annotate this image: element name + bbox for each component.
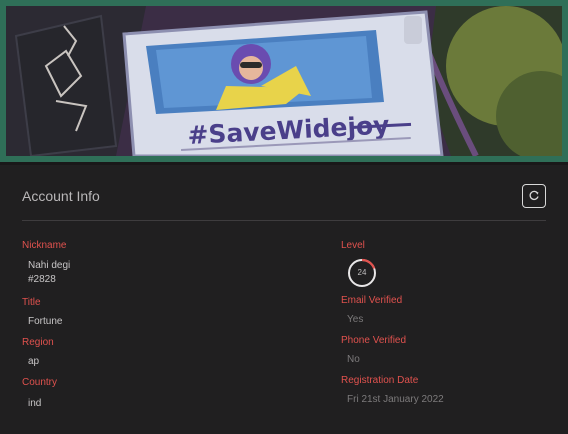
registration-date-value: Fri 21st January 2022 — [347, 394, 444, 405]
email-verified-value: Yes — [347, 314, 364, 325]
nickname-name: Nahi degi — [28, 260, 71, 271]
refresh-icon — [529, 190, 539, 201]
account-info-header: Account Info — [22, 180, 546, 220]
region-field: Region ap — [22, 337, 322, 377]
phone-verified-label: Phone Verified — [341, 335, 407, 346]
title-field: Title Fortune — [22, 297, 322, 337]
email-verified-label: Email Verified — [341, 295, 403, 306]
header-divider — [22, 220, 546, 221]
account-page: #SaveWidejoy Account Info Nickname Nahi … — [0, 0, 568, 434]
country-field: Country ind — [22, 377, 322, 417]
refresh-button[interactable] — [522, 184, 546, 208]
phone-verified-value: No — [347, 354, 360, 365]
registration-date-field: Registration Date Fri 21st January 2022 — [341, 375, 551, 415]
country-label: Country — [22, 377, 58, 388]
info-column-left: Nickname Nahi degi #2828 Title Fortune R… — [22, 240, 322, 417]
level-field: Level 24 — [341, 240, 551, 295]
banner-divider — [0, 162, 568, 165]
registration-date-label: Registration Date — [341, 375, 419, 386]
title-value: Fortune — [28, 316, 63, 327]
nickname-tag: #2828 — [28, 274, 56, 285]
level-value: 24 — [357, 268, 367, 277]
title-label: Title — [22, 297, 41, 308]
nickname-label: Nickname — [22, 240, 67, 251]
country-value: ind — [28, 398, 42, 409]
nickname-field: Nickname Nahi degi #2828 — [22, 240, 322, 290]
info-column-right: Level 24 Email Verified Yes Phone Verifi… — [341, 240, 551, 415]
profile-banner: #SaveWidejoy — [0, 0, 568, 162]
level-label: Level — [341, 240, 365, 251]
level-badge: 24 — [346, 257, 378, 289]
banner-image: #SaveWidejoy — [6, 6, 562, 156]
phone-verified-field: Phone Verified No — [341, 335, 551, 375]
account-info-title: Account Info — [22, 188, 100, 204]
region-value: ap — [28, 356, 40, 367]
email-verified-field: Email Verified Yes — [341, 295, 551, 335]
region-label: Region — [22, 337, 54, 348]
